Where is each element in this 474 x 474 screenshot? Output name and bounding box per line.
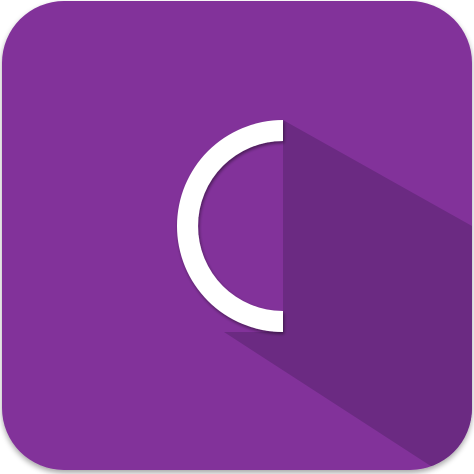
canvas: [0, 0, 474, 474]
app-icon[interactable]: [0, 0, 474, 474]
